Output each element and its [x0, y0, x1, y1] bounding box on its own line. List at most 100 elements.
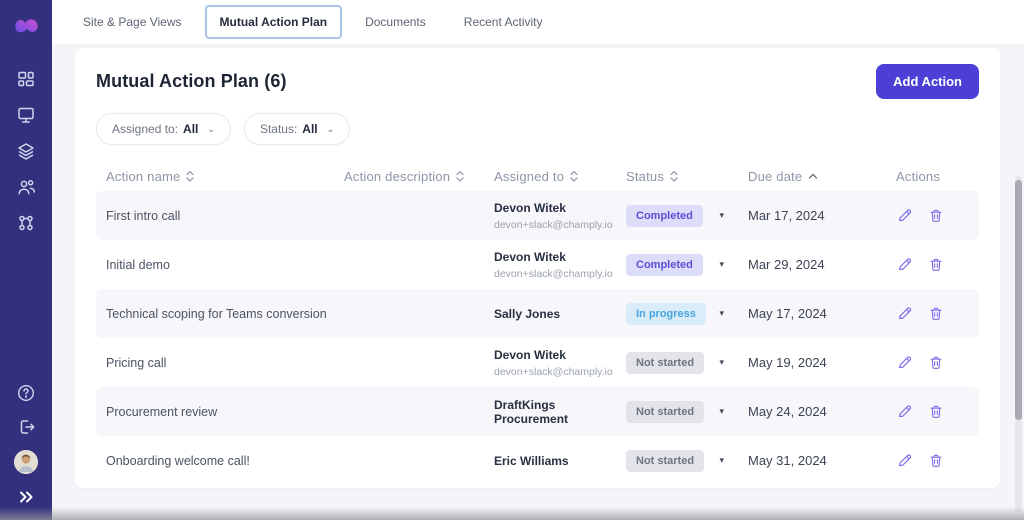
assignee-cell: Devon Witek devon+slack@champly.io [484, 250, 616, 280]
pencil-icon [898, 454, 912, 467]
pencil-icon [898, 307, 912, 320]
status-badge[interactable]: In progress [626, 302, 706, 325]
assignee-cell: DraftKings Procurement [484, 398, 616, 426]
app-window: Site & Page Views Mutual Action Plan Doc… [0, 0, 1024, 520]
action-name: Procurement review [106, 404, 218, 419]
sidebar-item-integrations[interactable] [15, 212, 37, 234]
assignee-cell: Devon Witek devon+slack@champly.io [484, 201, 616, 231]
due-date: Mar 29, 2024 [748, 257, 825, 272]
trash-icon [930, 209, 942, 222]
edit-action-button[interactable] [896, 256, 913, 273]
sidebar [0, 0, 52, 520]
logout-button[interactable] [15, 416, 37, 438]
help-button[interactable] [15, 382, 37, 404]
add-action-button[interactable]: Add Action [876, 64, 979, 99]
action-table: Action name Action description Assigned … [96, 161, 979, 485]
pencil-icon [898, 356, 912, 369]
assignee-name: Devon Witek [494, 347, 566, 362]
column-action-name[interactable]: Action name [96, 169, 334, 184]
sort-icon [570, 170, 578, 182]
delete-action-button[interactable] [928, 305, 944, 322]
status-cell: Completed ▾ [616, 204, 738, 227]
delete-action-button[interactable] [928, 256, 944, 273]
sidebar-item-team[interactable] [15, 176, 37, 198]
edit-action-button[interactable] [896, 452, 913, 469]
edit-action-button[interactable] [896, 354, 913, 371]
delete-action-button[interactable] [928, 207, 944, 224]
action-name: First intro call [106, 208, 181, 223]
app-logo[interactable] [13, 13, 40, 42]
status-badge[interactable]: Completed [626, 253, 703, 276]
expand-icon [20, 491, 33, 503]
trash-icon [930, 454, 942, 467]
status-filter[interactable]: Status: All ⌄ [243, 113, 351, 145]
status-badge[interactable]: Completed [626, 204, 703, 227]
assignee-name: DraftKings Procurement [494, 397, 569, 426]
status-badge[interactable]: Not started [626, 400, 705, 423]
table-row: Procurement review DraftKings Procurement… [96, 387, 979, 436]
pencil-icon [898, 405, 912, 418]
status-dropdown-caret-icon[interactable]: ▾ [719, 357, 724, 368]
status-dropdown-caret-icon[interactable]: ▾ [719, 308, 724, 319]
trash-icon [930, 307, 942, 320]
pencil-icon [898, 258, 912, 271]
delete-action-button[interactable] [928, 452, 944, 469]
due-date: May 24, 2024 [748, 404, 827, 419]
edit-action-button[interactable] [896, 403, 913, 420]
column-due-date[interactable]: Due date [738, 169, 886, 184]
tab-recent-activity[interactable]: Recent Activity [449, 5, 558, 39]
assignee-name: Devon Witek [494, 249, 566, 264]
column-status[interactable]: Status [616, 169, 738, 184]
table-row: Technical scoping for Teams conversion Sa… [96, 289, 979, 338]
scrollbar-thumb[interactable] [1015, 180, 1022, 420]
table-row: Pricing call Devon Witek devon+slack@champ… [96, 338, 979, 387]
status-dropdown-caret-icon[interactable]: ▾ [719, 406, 724, 417]
status-filter-value: All [302, 122, 318, 136]
sidebar-item-sites[interactable] [15, 104, 37, 126]
help-icon [17, 384, 35, 402]
assigned-to-filter[interactable]: Assigned to: All ⌄ [96, 113, 231, 145]
status-cell: Not started ▾ [616, 449, 738, 472]
status-cell: Completed ▾ [616, 253, 738, 276]
sidebar-nav [15, 68, 37, 234]
status-badge[interactable]: Not started [626, 449, 705, 472]
edit-action-button[interactable] [896, 305, 913, 322]
status-badge[interactable]: Not started [626, 351, 705, 374]
sort-asc-icon [809, 173, 818, 179]
content-area: Mutual Action Plan (6) Add Action Assign… [52, 44, 1024, 520]
status-dropdown-caret-icon[interactable]: ▾ [719, 210, 724, 221]
table-row: Initial demo Devon Witek devon+slack@champ… [96, 240, 979, 289]
delete-action-button[interactable] [928, 354, 944, 371]
due-date: May 31, 2024 [748, 453, 827, 468]
actions-cell [886, 403, 979, 420]
chevron-down-icon: ⌄ [326, 123, 335, 134]
user-avatar[interactable] [14, 450, 38, 474]
assignee-name: Devon Witek [494, 200, 566, 215]
column-action-description[interactable]: Action description [334, 169, 484, 184]
sidebar-bottom [14, 382, 38, 508]
status-dropdown-caret-icon[interactable]: ▾ [719, 455, 724, 466]
expand-sidebar-button[interactable] [15, 486, 37, 508]
tab-mutual-action-plan[interactable]: Mutual Action Plan [204, 5, 343, 39]
status-cell: Not started ▾ [616, 400, 738, 423]
actions-cell [886, 207, 979, 224]
trash-icon [930, 356, 942, 369]
tab-documents[interactable]: Documents [350, 5, 441, 39]
delete-action-button[interactable] [928, 403, 944, 420]
status-dropdown-caret-icon[interactable]: ▾ [719, 259, 724, 270]
sort-icon [456, 170, 464, 182]
trash-icon [930, 405, 942, 418]
assignee-cell: Eric Williams [484, 454, 616, 468]
chevron-down-icon: ⌄ [207, 123, 215, 134]
column-assigned-to[interactable]: Assigned to [484, 169, 616, 184]
assignee-email: devon+slack@champly.io [494, 267, 613, 280]
sidebar-item-layers[interactable] [15, 140, 37, 162]
status-cell: Not started ▾ [616, 351, 738, 374]
table-row: First intro call Devon Witek devon+slack@c… [96, 191, 979, 240]
edit-action-button[interactable] [896, 207, 913, 224]
assignee-cell: Sally Jones [484, 307, 616, 321]
sidebar-item-dashboard[interactable] [15, 68, 37, 90]
actions-cell [886, 256, 979, 273]
tab-site-page-views[interactable]: Site & Page Views [68, 5, 197, 39]
table-row: Onboarding welcome call! Eric Williams Not… [96, 436, 979, 485]
